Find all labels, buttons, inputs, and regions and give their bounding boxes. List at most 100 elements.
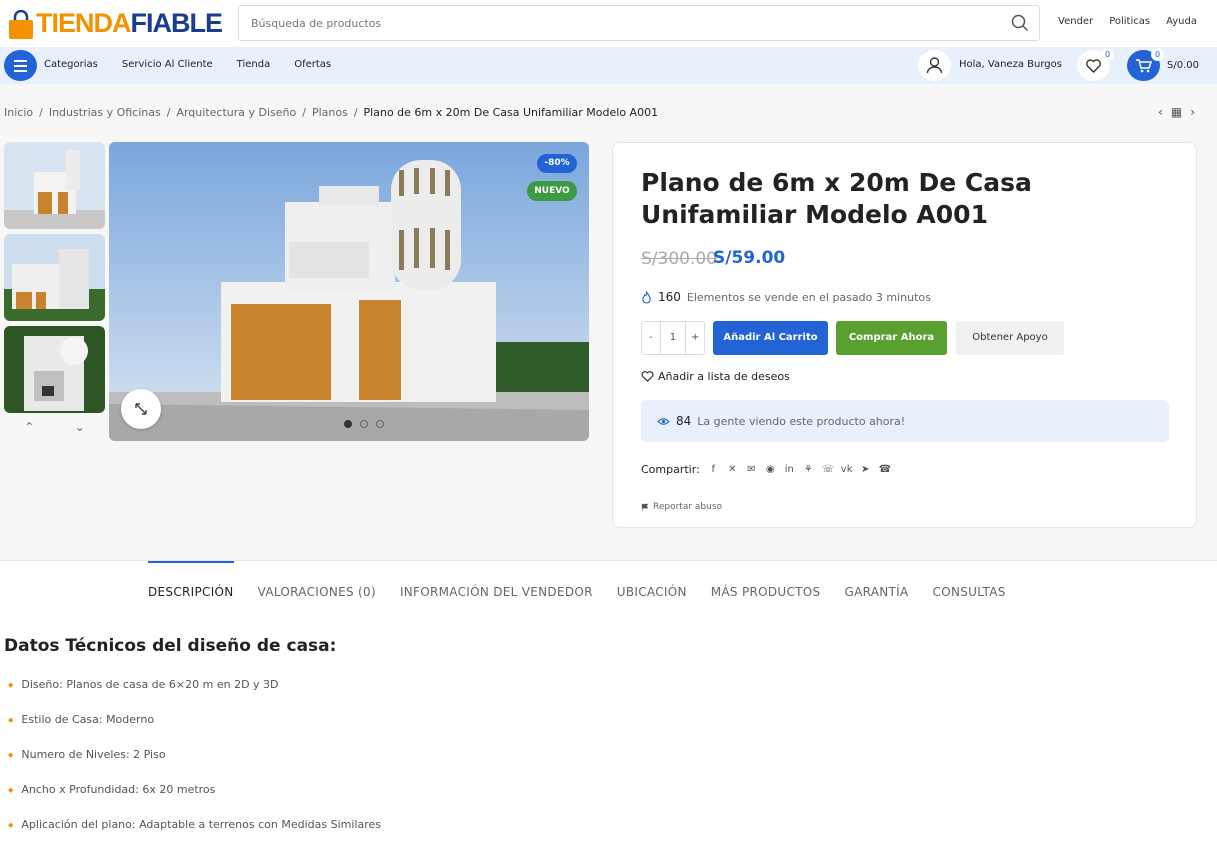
search-input[interactable] xyxy=(251,14,991,32)
product-main-image[interactable] xyxy=(109,142,589,441)
nav-item-ofertas[interactable]: Ofertas xyxy=(294,59,331,70)
next-product-icon[interactable]: › xyxy=(1190,105,1195,119)
facebook-icon[interactable]: f xyxy=(708,464,719,475)
logo-text-part2: FIABLE xyxy=(130,8,223,38)
breadcrumb-item[interactable]: Planos xyxy=(312,106,348,119)
toplink-politicas[interactable]: Politicas xyxy=(1109,16,1150,27)
carousel-dot[interactable] xyxy=(376,420,384,428)
chevron-up-icon[interactable]: ⌃ xyxy=(24,420,34,434)
site-logo[interactable]: TIENDAFIABLE xyxy=(6,4,223,44)
price-original: S/300.00 xyxy=(641,249,718,269)
x-icon[interactable]: ✕ xyxy=(727,464,738,475)
add-to-cart-button[interactable]: Añadir Al Carrito xyxy=(713,321,828,355)
sold-count: 160 xyxy=(658,290,681,304)
product-summary-card: Plano de 6m x 20m De Casa Unifamiliar Mo… xyxy=(612,142,1197,528)
thumbnail-3[interactable] xyxy=(4,326,105,413)
chevron-down-icon[interactable]: ⌄ xyxy=(75,420,85,434)
product-title: Plano de 6m x 20m De Casa Unifamiliar Mo… xyxy=(641,168,1032,229)
account-button[interactable] xyxy=(918,50,951,81)
wishlist-label: Añadir a lista de deseos xyxy=(658,370,790,383)
nav-item-servicio[interactable]: Servicio Al Cliente xyxy=(122,59,213,70)
expand-icon xyxy=(135,403,147,415)
list-item: Ancho x Profundidad: 6x 20 metros xyxy=(8,783,381,818)
cart-total[interactable]: S/0.00 xyxy=(1167,60,1199,71)
list-item: Aplicación del plano: Adaptable a terren… xyxy=(8,818,381,849)
qty-input[interactable]: 1 xyxy=(659,322,687,354)
prev-product-icon[interactable]: ‹ xyxy=(1158,105,1163,119)
report-label: Reportar abuso xyxy=(653,502,723,512)
qty-increase-button[interactable]: + xyxy=(686,322,704,354)
top-links: Vender Politicas Ayuda xyxy=(1058,16,1197,27)
breadcrumb-current: Plano de 6m x 20m De Casa Unifamiliar Mo… xyxy=(363,106,659,119)
add-to-wishlist-link[interactable]: Añadir a lista de deseos xyxy=(641,370,790,383)
wishlist-button[interactable]: 0 xyxy=(1077,48,1114,81)
thumbnail-list xyxy=(4,142,105,418)
sold-text: Elementos se vende en el pasado 3 minuto… xyxy=(686,290,931,304)
nav-item-categorias[interactable]: Categorias xyxy=(44,59,98,70)
whatsapp-icon[interactable]: ☏ xyxy=(822,464,835,475)
qty-decrease-button[interactable]: - xyxy=(642,322,660,354)
breadcrumb-item[interactable]: Industrias y Oficinas xyxy=(49,106,161,119)
breadcrumb: Inicio / Industrias y Oficinas / Arquitect… xyxy=(4,106,659,119)
pinterest-icon[interactable]: ◉ xyxy=(765,464,776,475)
linkedin-icon[interactable]: in xyxy=(784,464,795,475)
report-abuse-link[interactable]: Reportar abuso xyxy=(641,502,722,512)
flag-icon xyxy=(641,503,649,512)
tab-descripcion[interactable]: DESCRIPCIÓN xyxy=(148,561,234,609)
tab-consultas[interactable]: CONSULTAS xyxy=(933,561,1006,609)
tab-valoraciones[interactable]: VALORACIONES (0) xyxy=(258,561,376,609)
nav-bar: Categorias Servicio Al Cliente Tienda Of… xyxy=(0,47,1217,84)
user-greeting[interactable]: Hola, Vaneza Burgos xyxy=(959,59,1062,70)
thumbnail-2[interactable] xyxy=(4,234,105,321)
get-help-button[interactable]: Obtener Apoyo xyxy=(956,321,1064,355)
viewers-text: La gente viendo este producto ahora! xyxy=(697,414,906,428)
email-icon[interactable]: ✉ xyxy=(746,464,757,475)
live-viewers-notice: 84 La gente viendo este producto ahora! xyxy=(641,400,1169,442)
odnoklassniki-icon[interactable]: ⚘ xyxy=(803,464,814,475)
tab-garantia[interactable]: GARANTÍA xyxy=(844,561,908,609)
sold-recently: 160 Elementos se vende en el pasado 3 mi… xyxy=(641,290,931,304)
house-render-image xyxy=(109,142,589,441)
categories-menu-button[interactable] xyxy=(4,50,37,81)
nav-item-tienda[interactable]: Tienda xyxy=(237,59,271,70)
carousel-dot[interactable] xyxy=(344,420,352,428)
thumbnail-1[interactable] xyxy=(4,142,105,229)
thumbnail-nav: ⌃ ⌄ xyxy=(4,420,105,434)
search-box xyxy=(238,5,1040,41)
share-label: Compartir: xyxy=(641,463,700,476)
logo-text-part1: TIENDA xyxy=(36,8,131,38)
telegram-icon[interactable]: ➤ xyxy=(860,464,871,475)
search-icon[interactable] xyxy=(1011,14,1029,32)
price-current: S/59.00 xyxy=(713,248,786,268)
toplink-ayuda[interactable]: Ayuda xyxy=(1166,16,1197,27)
viber-icon[interactable]: ☎ xyxy=(879,464,891,475)
carousel-dot[interactable] xyxy=(360,420,368,428)
share-bar: Compartir: f ✕ ✉ ◉ in ⚘ ☏ vk ➤ ☎ xyxy=(641,463,891,476)
list-item: Numero de Niveles: 2 Piso xyxy=(8,748,381,783)
breadcrumb-item[interactable]: Arquitectura y Diseño xyxy=(176,106,296,119)
description-heading: Datos Técnicos del diseño de casa: xyxy=(4,636,337,656)
user-icon xyxy=(926,57,943,74)
image-carousel-dots xyxy=(344,420,384,428)
tab-mas-productos[interactable]: MÁS PRODUCTOS xyxy=(711,561,821,609)
grid-view-icon[interactable]: ▦ xyxy=(1171,105,1182,119)
product-tabs: DESCRIPCIÓN VALORACIONES (0) INFORMACIÓN… xyxy=(148,561,1006,609)
list-item: Estilo de Casa: Moderno xyxy=(8,713,381,748)
toplink-vender[interactable]: Vender xyxy=(1058,16,1093,27)
vk-icon[interactable]: vk xyxy=(841,464,853,475)
viewers-count: 84 xyxy=(676,414,692,428)
zoom-button[interactable] xyxy=(121,389,161,429)
tab-ubicacion[interactable]: UBICACIÓN xyxy=(617,561,687,609)
hamburger-icon xyxy=(14,60,27,62)
breadcrumb-item[interactable]: Inicio xyxy=(4,106,33,119)
quantity-stepper: - 1 + xyxy=(641,321,705,355)
buy-now-button[interactable]: Comprar Ahora xyxy=(836,321,947,355)
heart-icon xyxy=(641,371,654,382)
house-image xyxy=(4,142,105,229)
product-pager: ‹ ▦ › xyxy=(1158,105,1195,119)
cart-button[interactable]: 0 xyxy=(1127,48,1164,81)
list-item: Diseño: Planos de casa de 6×20 m en 2D y… xyxy=(8,678,381,713)
fire-icon xyxy=(642,290,651,304)
wishlist-count-badge: 0 xyxy=(1101,48,1114,61)
tab-vendedor[interactable]: INFORMACIÓN DEL VENDEDOR xyxy=(400,561,593,609)
